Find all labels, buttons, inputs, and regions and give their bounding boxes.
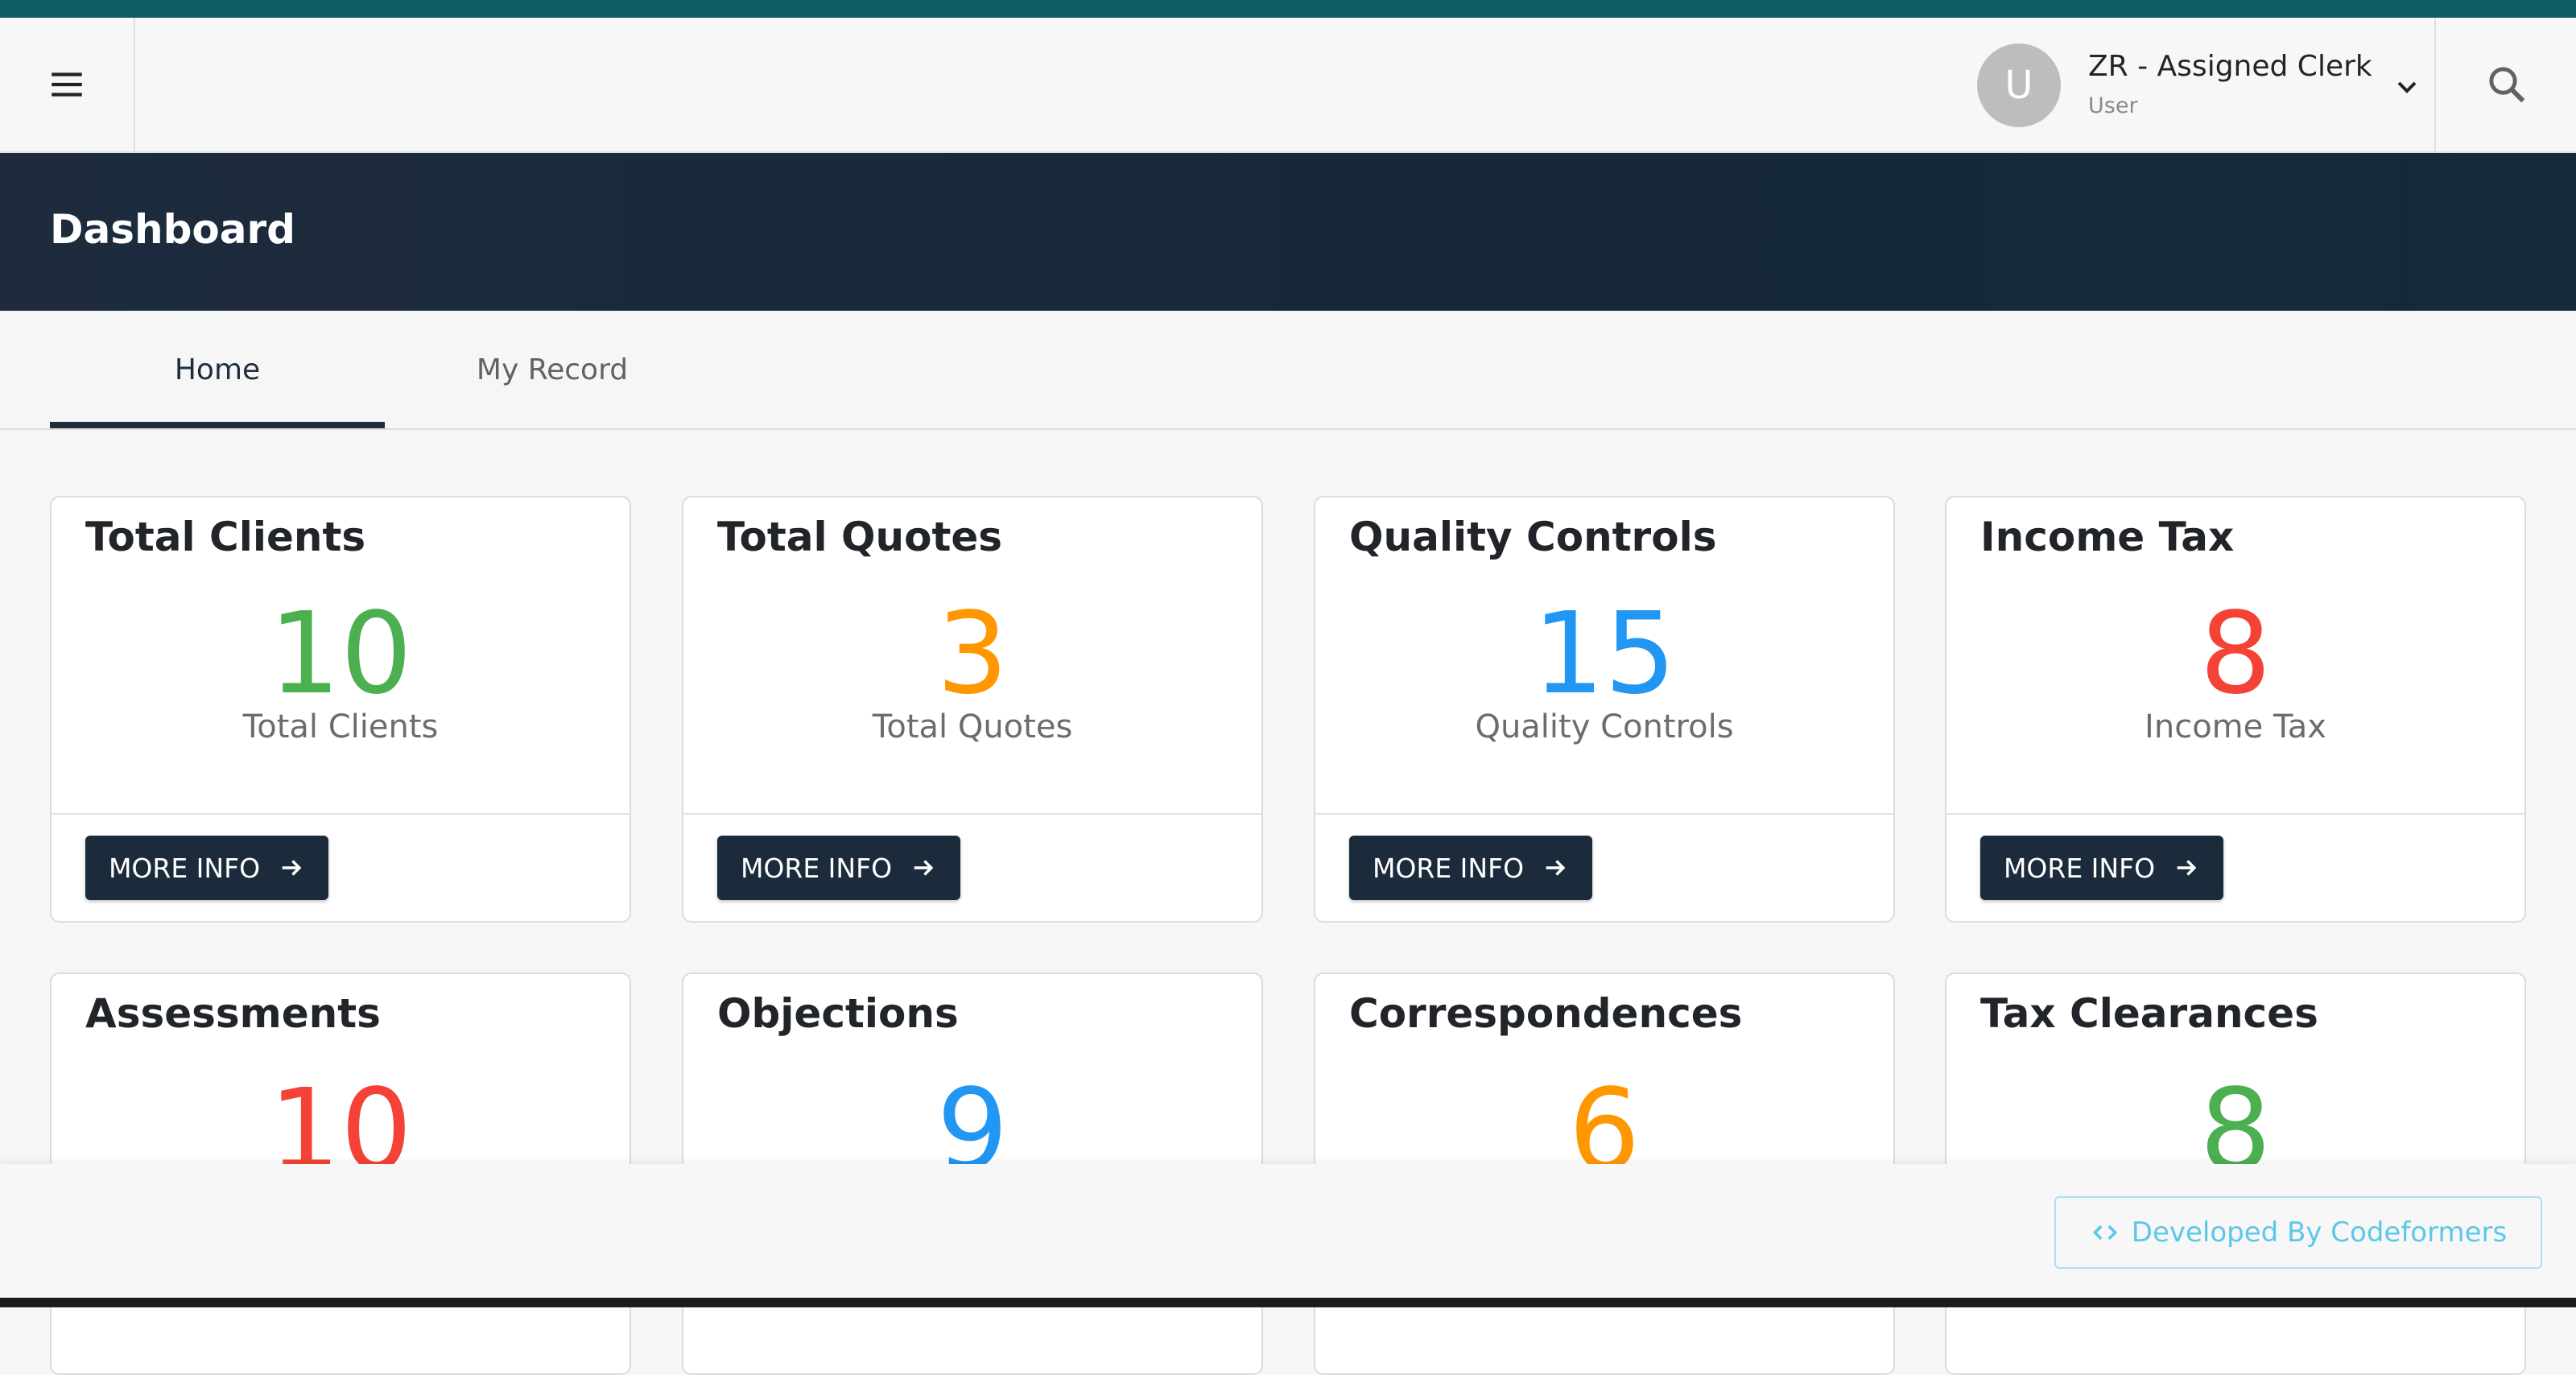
card-footer: MORE INFO — [1315, 813, 1893, 921]
chevron-down-icon — [2397, 81, 2417, 93]
user-name: ZR - Assigned Clerk — [2088, 50, 2372, 83]
more-info-label: MORE INFO — [1372, 852, 1525, 884]
arrow-right-icon — [282, 860, 302, 876]
top-accent-strip — [0, 0, 2576, 18]
card-value: 3 — [936, 588, 1009, 720]
code-icon — [2092, 1224, 2117, 1241]
tab-my-record[interactable]: My Record — [385, 311, 720, 428]
developer-credit-badge[interactable]: Developed By Codeformers — [2054, 1196, 2542, 1269]
menu-icon — [52, 72, 82, 97]
card-title: Assessments — [85, 990, 381, 1037]
card-footer: MORE INFO — [52, 813, 630, 921]
page-title: Dashboard — [50, 206, 295, 253]
more-info-label: MORE INFO — [108, 852, 261, 884]
more-info-button[interactable]: MORE INFO — [1349, 836, 1592, 900]
user-menu[interactable]: U ZR - Assigned Clerk User — [1977, 18, 2436, 151]
card-total-clients: Total Clients 10 Total Clients MORE INFO — [50, 496, 631, 923]
active-tab-indicator — [50, 422, 385, 428]
top-navbar: U ZR - Assigned Clerk User — [0, 18, 2576, 153]
more-info-button[interactable]: MORE INFO — [85, 836, 328, 900]
card-title: Objections — [717, 990, 959, 1037]
page-header-banner: Dashboard — [0, 153, 2576, 311]
card-subtitle: Quality Controls — [1475, 708, 1734, 745]
user-role: User — [2088, 93, 2138, 118]
card-subtitle: Income Tax — [2145, 708, 2326, 745]
search-icon — [2489, 67, 2525, 103]
page-footer: Developed By Codeformers — [0, 1164, 2576, 1298]
arrow-right-icon — [1546, 860, 1566, 876]
tab-bar: Home My Record — [0, 311, 2576, 430]
card-subtitle: Total Quotes — [872, 708, 1073, 745]
arrow-right-icon — [914, 860, 934, 876]
more-info-button[interactable]: MORE INFO — [717, 836, 960, 900]
tab-home[interactable]: Home — [50, 311, 385, 428]
card-title: Tax Clearances — [1980, 990, 2318, 1037]
menu-button[interactable] — [0, 18, 135, 151]
card-title: Total Quotes — [717, 514, 1003, 560]
card-subtitle: Total Clients — [242, 708, 439, 745]
more-info-button[interactable]: MORE INFO — [1980, 836, 2223, 900]
more-info-label: MORE INFO — [740, 852, 893, 884]
card-title: Quality Controls — [1349, 514, 1717, 560]
card-footer: MORE INFO — [1946, 813, 2524, 921]
card-value: 8 — [2199, 588, 2272, 720]
avatar: U — [1977, 43, 2061, 127]
card-title: Income Tax — [1980, 514, 2235, 560]
bottom-strip — [0, 1298, 2576, 1307]
developer-credit-label: Developed By Codeformers — [2131, 1216, 2508, 1249]
arrow-right-icon — [2177, 860, 2197, 876]
card-title: Correspondences — [1349, 990, 1743, 1037]
card-footer: MORE INFO — [683, 813, 1261, 921]
card-value: 10 — [268, 588, 413, 720]
card-income-tax: Income Tax 8 Income Tax MORE INFO — [1945, 496, 2526, 923]
search-button[interactable] — [2434, 18, 2576, 151]
card-quality-controls: Quality Controls 15 Quality Controls MOR… — [1314, 496, 1895, 923]
card-total-quotes: Total Quotes 3 Total Quotes MORE INFO — [682, 496, 1263, 923]
card-title: Total Clients — [85, 514, 366, 560]
more-info-label: MORE INFO — [2003, 852, 2156, 884]
card-value: 15 — [1532, 588, 1677, 720]
